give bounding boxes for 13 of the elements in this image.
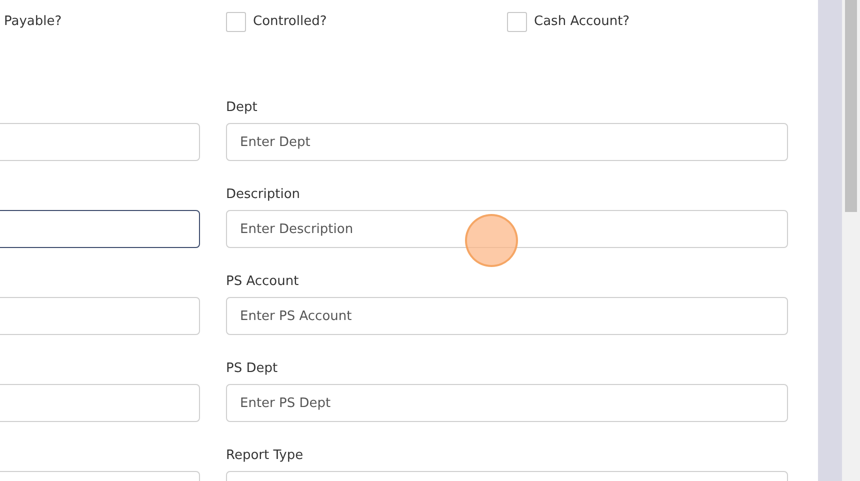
- field-label: PS Account: [226, 273, 300, 290]
- field-label: Description: [226, 186, 302, 203]
- field-label: Report Type: [226, 447, 304, 464]
- field-label: Dept: [226, 99, 258, 116]
- checkbox-label: Cash Account?: [534, 13, 630, 32]
- checkbox[interactable]: [507, 12, 527, 32]
- checkbox-label: Controlled?: [253, 13, 327, 32]
- checkbox-label: Payable?: [4, 13, 62, 32]
- field-label: PS Dept: [226, 360, 279, 377]
- click-indicator: [465, 214, 518, 267]
- scrollbar[interactable]: [842, 0, 860, 481]
- scrollbar-thumb[interactable]: [845, 0, 857, 212]
- checkbox[interactable]: [226, 12, 246, 32]
